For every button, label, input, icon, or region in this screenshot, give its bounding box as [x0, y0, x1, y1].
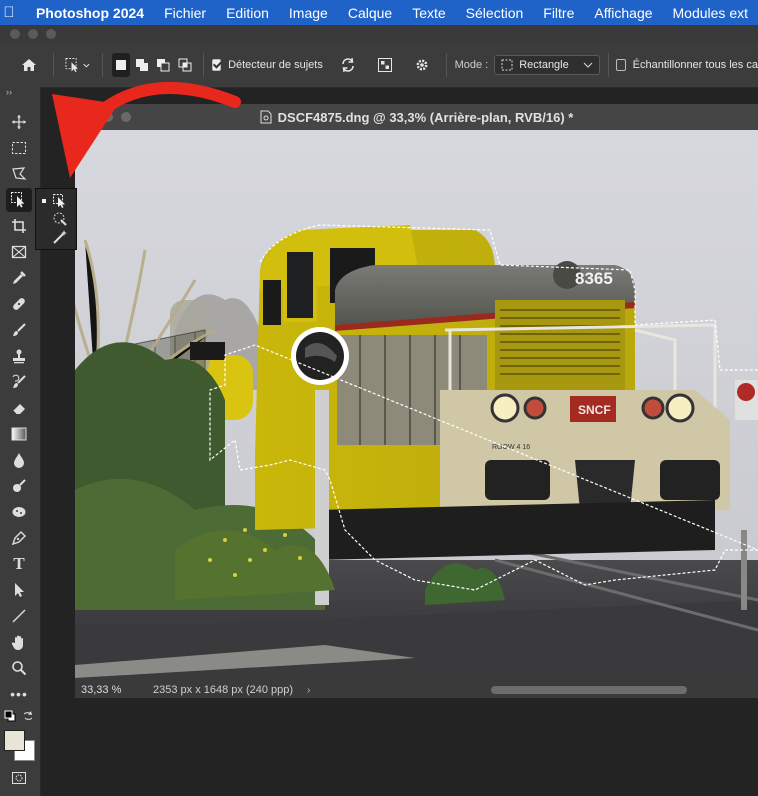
- status-chevron-icon[interactable]: ›: [307, 685, 310, 696]
- frame-tool-icon[interactable]: [6, 240, 32, 264]
- clone-stamp-tool-icon[interactable]: [6, 344, 32, 368]
- default-colors-icon[interactable]: [2, 708, 18, 724]
- healing-brush-tool-icon[interactable]: [6, 292, 32, 316]
- magic-wand-icon: [53, 230, 67, 244]
- lasso-tool-icon[interactable]: [6, 162, 32, 186]
- swap-colors-icon[interactable]: [20, 708, 36, 724]
- eraser-tool-icon[interactable]: [6, 396, 32, 420]
- add-to-selection-icon[interactable]: [134, 53, 151, 77]
- menu-edit[interactable]: Edition: [216, 5, 279, 21]
- zoom-tool-icon[interactable]: [6, 656, 32, 680]
- quick-selection-icon: [53, 212, 67, 226]
- menu-type[interactable]: Texte: [402, 5, 455, 21]
- status-bar: 33,33 % 2353 px x 1648 px (240 ppp) ›: [75, 682, 758, 698]
- menu-view[interactable]: Affichage: [584, 5, 662, 21]
- more-tools-icon[interactable]: •••: [6, 682, 32, 706]
- subject-detector-label: Détecteur de sujets: [228, 59, 323, 71]
- subtract-from-selection-icon[interactable]: [155, 53, 172, 77]
- flyout-object-selection-item[interactable]: [40, 192, 72, 210]
- window-zoom-dot[interactable]: [46, 29, 56, 39]
- blur-tool-icon[interactable]: [6, 448, 32, 472]
- move-tool-icon[interactable]: [6, 110, 32, 134]
- hand-tool-icon[interactable]: [6, 630, 32, 654]
- menu-file[interactable]: Fichier: [154, 5, 216, 21]
- pen-tool-icon[interactable]: [6, 526, 32, 550]
- menu-filter[interactable]: Filtre: [533, 5, 584, 21]
- zoom-level[interactable]: 33,33 %: [75, 684, 141, 696]
- intersect-selection-icon[interactable]: [176, 53, 193, 77]
- chevron-down-icon: [583, 62, 593, 68]
- menu-image[interactable]: Image: [279, 5, 338, 21]
- eyedropper-tool-icon[interactable]: [6, 266, 32, 290]
- menu-select[interactable]: Sélection: [456, 5, 534, 21]
- gradient-tool-icon[interactable]: [6, 422, 32, 446]
- mode-label: Mode :: [454, 59, 489, 71]
- object-selection-tool-icon[interactable]: [6, 188, 32, 212]
- document-title: DSCF4875.dng @ 33,3% (Arrière-plan, RVB/…: [277, 109, 574, 125]
- mode-value: Rectangle: [519, 59, 569, 71]
- brush-tool-icon[interactable]: [6, 318, 32, 342]
- apple-icon[interactable]: : [0, 4, 18, 21]
- line-tool-icon[interactable]: [6, 604, 32, 628]
- flyout-quick-selection-item[interactable]: [40, 210, 72, 228]
- annotation-arrow-icon: [52, 81, 241, 178]
- document-dimensions: 2353 px x 1648 px (240 ppp): [153, 684, 294, 696]
- window-minimize-dot[interactable]: [28, 29, 38, 39]
- flyout-magic-wand-item[interactable]: [40, 228, 72, 246]
- horizontal-scrollbar[interactable]: [491, 686, 687, 694]
- sponge-tool-icon[interactable]: [6, 500, 32, 524]
- history-brush-tool-icon[interactable]: [6, 370, 32, 394]
- rectangle-marquee-icon: [501, 59, 513, 71]
- document-window: DSCF4875.dng @ 33,3% (Arrière-plan, RVB/…: [75, 104, 758, 698]
- crop-tool-icon[interactable]: [6, 214, 32, 238]
- menu-layer[interactable]: Calque: [338, 5, 402, 21]
- divider: [101, 53, 103, 77]
- foreground-color-swatch[interactable]: [4, 730, 25, 751]
- marquee-tool-icon[interactable]: [6, 136, 32, 160]
- sample-all-layers-checkbox[interactable]: [616, 59, 626, 71]
- locomotive-number: 8365: [575, 269, 613, 288]
- sncf-plate: SNCF: [578, 403, 611, 417]
- sample-all-layers-label: Échantillonner tous les ca: [632, 59, 758, 71]
- window-title-strip: [0, 25, 758, 43]
- divider: [53, 53, 54, 77]
- object-selection-icon: [53, 194, 65, 208]
- photo-train-scene: 8365 SNCF RGOW 4 16: [75, 130, 758, 682]
- quick-mask-icon[interactable]: [6, 766, 32, 790]
- menu-bar:  Photoshop 2024 Fichier Edition Image C…: [0, 0, 758, 25]
- image-canvas[interactable]: 8365 SNCF RGOW 4 16: [75, 130, 758, 682]
- menu-plugins[interactable]: Modules ext: [663, 5, 758, 21]
- tool-preset-picker[interactable]: [65, 52, 91, 78]
- type-tool-icon[interactable]: T: [6, 552, 32, 576]
- path-selection-tool-icon[interactable]: [6, 578, 32, 602]
- selected-bullet-icon: [42, 199, 46, 203]
- new-selection-icon[interactable]: [112, 53, 130, 77]
- gear-icon[interactable]: [409, 52, 435, 78]
- app-menu[interactable]: Photoshop 2024: [18, 5, 154, 21]
- document-icon: [260, 110, 272, 124]
- subject-detector-checkbox[interactable]: [211, 59, 222, 71]
- small-plate: RGOW 4 16: [492, 444, 530, 451]
- divider: [445, 53, 447, 77]
- selection-tools-flyout: [35, 188, 77, 250]
- mode-select[interactable]: Rectangle: [494, 55, 600, 75]
- refresh-icon[interactable]: [335, 52, 361, 78]
- divider: [607, 53, 609, 77]
- home-icon[interactable]: [16, 52, 42, 78]
- show-objects-icon[interactable]: [372, 52, 398, 78]
- divider: [203, 53, 204, 77]
- dodge-tool-icon[interactable]: [6, 474, 32, 498]
- collapse-panel-icon[interactable]: ››: [0, 87, 40, 99]
- window-close-dot[interactable]: [10, 29, 20, 39]
